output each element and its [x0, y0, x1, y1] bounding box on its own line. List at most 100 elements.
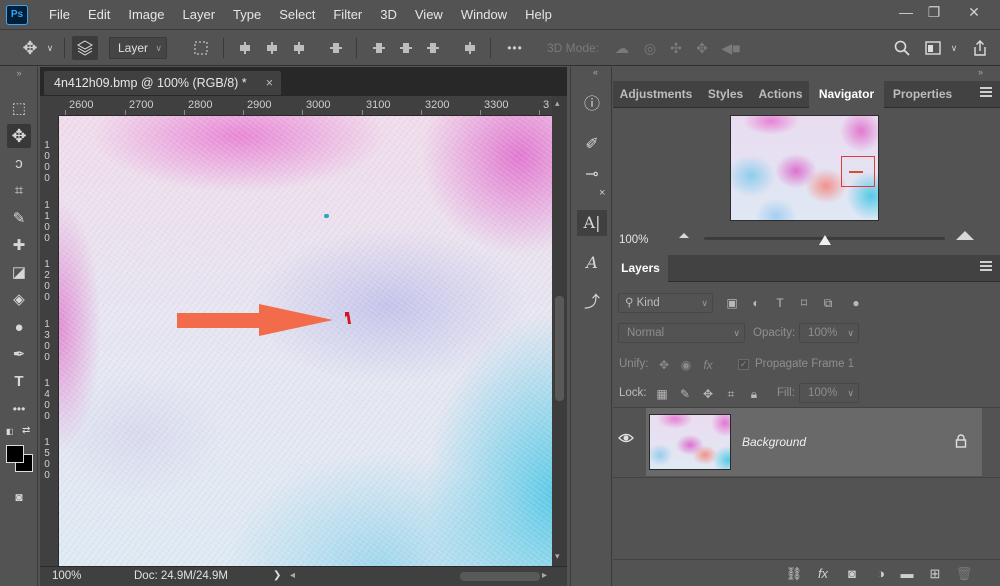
- info-panel-icon[interactable]: ⓘ: [577, 92, 607, 118]
- horizontal-ruler[interactable]: 2600 2700 2800 2900 3000 3100 3200 3300 …: [59, 96, 552, 116]
- panel-menu-icon[interactable]: [980, 87, 992, 99]
- close-window-button[interactable]: ✕: [956, 0, 992, 26]
- character-panel-icon[interactable]: A|: [577, 210, 607, 236]
- filter-toggle-icon[interactable]: ●: [847, 294, 865, 312]
- unify-visibility-icon[interactable]: ◉: [677, 356, 695, 374]
- expand-toolbar-icon[interactable]: »: [7, 67, 31, 79]
- delete-layer-trash-icon[interactable]: 🗑︎: [955, 565, 973, 583]
- link-layers-icon[interactable]: ⛓: [785, 565, 803, 583]
- add-mask-icon[interactable]: ◙: [843, 565, 861, 583]
- tab-styles[interactable]: Styles: [699, 81, 752, 108]
- status-zoom[interactable]: 100%: [52, 570, 81, 582]
- tab-navigator[interactable]: Navigator: [809, 81, 884, 108]
- document-tab[interactable]: 4n412h09.bmp @ 100% (RGB/8) * ×: [44, 71, 281, 95]
- fx-icon[interactable]: fx: [814, 565, 832, 583]
- scroll-down-icon[interactable]: ▾: [555, 551, 560, 562]
- horizontal-scroll-thumb[interactable]: [460, 572, 540, 581]
- fill-field[interactable]: 100% ∨: [799, 383, 859, 403]
- 3d-slide-icon[interactable]: ✥: [692, 36, 712, 60]
- close-group-icon[interactable]: ×: [599, 187, 605, 199]
- blur-tool-icon[interactable]: ●: [7, 316, 31, 340]
- menu-layer[interactable]: Layer: [174, 0, 225, 30]
- workspace-icon[interactable]: [921, 36, 945, 60]
- 3d-roll-icon[interactable]: ◎: [640, 36, 660, 60]
- align-left-icon[interactable]: [239, 42, 251, 54]
- zoom-slider-handle[interactable]: [819, 235, 831, 245]
- propagate-checkbox[interactable]: ✓: [738, 359, 749, 370]
- paint-bucket-icon[interactable]: ◈: [7, 288, 31, 312]
- more-options-icon[interactable]: •••: [503, 36, 527, 60]
- align-vcenter-icon[interactable]: [400, 42, 412, 54]
- lock-position-icon[interactable]: ✥: [699, 385, 717, 403]
- restore-button[interactable]: ❐: [916, 0, 952, 26]
- unify-style-icon[interactable]: fx: [699, 356, 717, 374]
- distribute-vertical-icon[interactable]: [464, 42, 476, 54]
- 3d-orbit-icon[interactable]: ☁: [612, 36, 632, 60]
- layers-panel-menu-icon[interactable]: [980, 261, 992, 273]
- tool-presets-icon[interactable]: ⊸: [577, 162, 607, 188]
- scroll-right-icon[interactable]: ▸: [542, 570, 547, 581]
- default-colors-icon[interactable]: ◧: [6, 427, 18, 437]
- collapse-panels-icon[interactable]: »: [978, 67, 983, 77]
- share-icon[interactable]: [968, 36, 992, 60]
- lock-all-icon[interactable]: 🔒︎: [745, 385, 763, 403]
- layer-visibility-eye-icon[interactable]: [618, 432, 640, 448]
- menu-filter[interactable]: Filter: [324, 0, 371, 30]
- vertical-scrollbar[interactable]: ▴ ▾: [552, 96, 567, 566]
- unify-position-icon[interactable]: ✥: [655, 356, 673, 374]
- lock-artboard-icon[interactable]: ⌗: [722, 385, 740, 403]
- scroll-left-icon[interactable]: ◂: [290, 570, 295, 581]
- lasso-tool-icon[interactable]: ↄ: [7, 152, 31, 176]
- filter-kind-select[interactable]: ⚲ Kind ∨: [618, 293, 713, 313]
- lock-pixels-icon[interactable]: ✎: [676, 385, 694, 403]
- 3d-camera-icon[interactable]: ◀■: [720, 36, 742, 60]
- filter-smart-object-icon[interactable]: ⧉: [819, 294, 837, 312]
- crop-tool-icon[interactable]: ⌗: [7, 179, 31, 203]
- eraser-tool-icon[interactable]: ◪: [7, 261, 31, 285]
- tab-layers[interactable]: Layers: [613, 255, 668, 284]
- filter-adjustment-icon[interactable]: ◐: [747, 294, 765, 312]
- quick-mask-icon[interactable]: ◙: [7, 485, 31, 509]
- 3d-pan-icon[interactable]: ✣: [666, 36, 686, 60]
- scrollbar-thumb[interactable]: [555, 296, 564, 401]
- pen-tool-icon[interactable]: ✒: [7, 343, 31, 367]
- tab-actions[interactable]: Actions: [752, 81, 809, 108]
- zoom-in-icon[interactable]: [956, 231, 974, 240]
- filter-pixel-icon[interactable]: ▣: [723, 294, 741, 312]
- menu-image[interactable]: Image: [119, 0, 173, 30]
- navigator-zoom-value[interactable]: 100%: [619, 234, 648, 246]
- type-tool-icon[interactable]: T: [7, 370, 31, 394]
- clone-source-icon[interactable]: ⤴: [577, 290, 607, 316]
- layer-name[interactable]: Background: [742, 435, 806, 449]
- filter-shape-icon[interactable]: ⌑: [795, 294, 813, 312]
- layer-row[interactable]: Background: [646, 408, 982, 476]
- collapse-dock-icon[interactable]: «: [593, 67, 598, 77]
- opacity-field[interactable]: 100% ∨: [799, 323, 859, 343]
- blend-mode-select[interactable]: Normal ∨: [618, 323, 745, 343]
- marquee-tool-icon[interactable]: ⬚: [7, 97, 31, 121]
- lock-transparent-icon[interactable]: ▦: [653, 385, 671, 403]
- swap-colors-icon[interactable]: ⇄: [22, 425, 34, 437]
- status-menu-icon[interactable]: ❯: [273, 570, 281, 581]
- move-tool-icon[interactable]: ✥: [7, 124, 31, 148]
- distribute-icon[interactable]: [330, 42, 342, 54]
- vertical-ruler[interactable]: 1 0 0 0 1 1 0 0 1 2 0 0 1 3 0 0 1 4 0 0 …: [40, 116, 59, 566]
- menu-type[interactable]: Type: [224, 0, 270, 30]
- transform-controls-icon[interactable]: [189, 36, 213, 60]
- align-top-icon[interactable]: [373, 42, 385, 54]
- healing-tool-icon[interactable]: ✚: [7, 234, 31, 258]
- new-layer-icon[interactable]: ⊞: [926, 565, 944, 583]
- more-tools-icon[interactable]: •••: [7, 397, 31, 421]
- auto-select-layers-icon[interactable]: [72, 36, 98, 60]
- align-hcenter-icon[interactable]: [266, 42, 278, 54]
- image-canvas[interactable]: [59, 116, 552, 566]
- close-tab-icon[interactable]: ×: [266, 71, 273, 95]
- ruler-origin[interactable]: [40, 96, 59, 116]
- align-right-icon[interactable]: [293, 42, 305, 54]
- tool-preset-chevron-icon[interactable]: ∨: [44, 36, 56, 60]
- menu-edit[interactable]: Edit: [79, 0, 119, 30]
- adjustment-layer-icon[interactable]: ◑: [872, 565, 890, 583]
- new-group-folder-icon[interactable]: ▬: [898, 565, 916, 583]
- brush-tool-icon[interactable]: ✎: [7, 207, 31, 231]
- paragraph-panel-icon[interactable]: A: [577, 250, 607, 276]
